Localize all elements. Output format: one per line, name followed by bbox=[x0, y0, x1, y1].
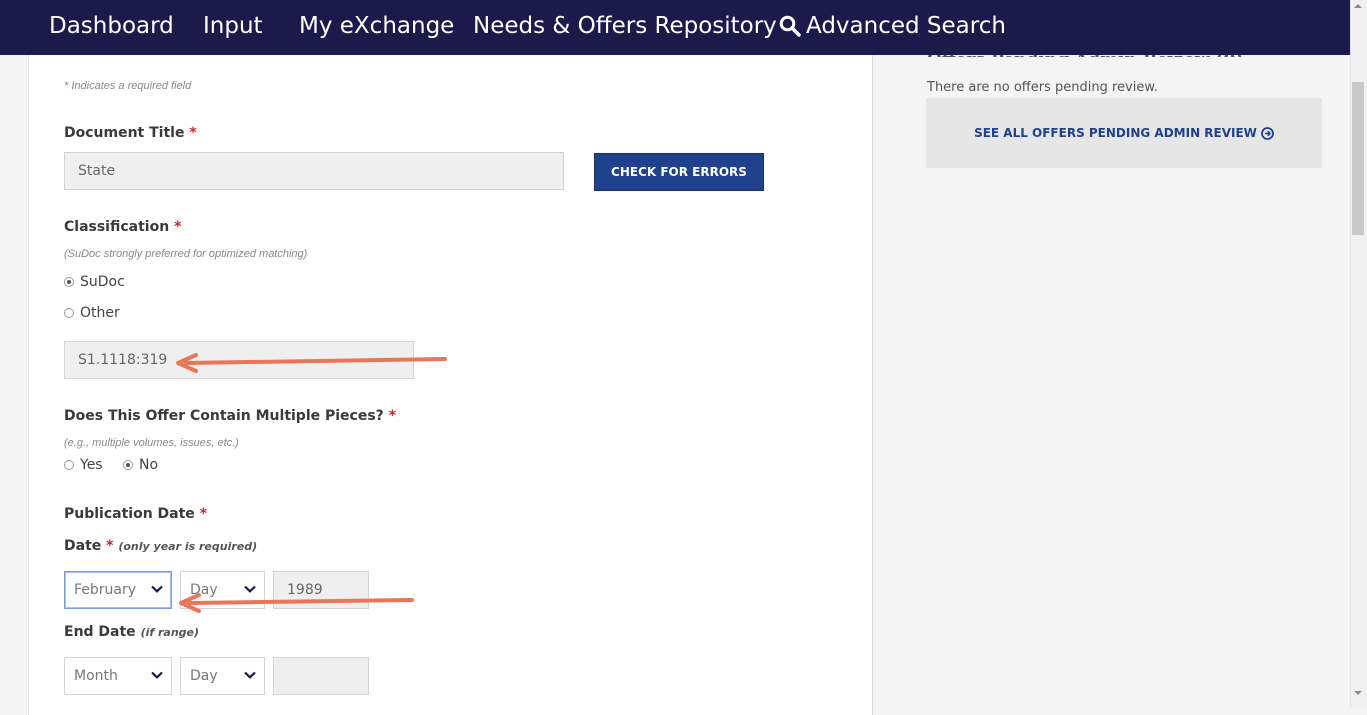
scroll-up-icon[interactable] bbox=[1353, 2, 1363, 10]
annotation-arrows bbox=[176, 353, 447, 613]
annotation-arrow-date bbox=[179, 593, 414, 613]
advanced-search-label: Advanced Search bbox=[806, 13, 1006, 39]
top-navigation: Dashboard Input My eXchange Needs & Offe… bbox=[0, 0, 1350, 55]
nav-input[interactable]: Input bbox=[203, 13, 263, 39]
nav-advanced-search[interactable]: Advanced Search bbox=[779, 13, 1006, 39]
search-icon bbox=[779, 15, 801, 37]
scroll-down-icon[interactable] bbox=[1353, 689, 1363, 697]
scrollbar-thumb[interactable] bbox=[1352, 82, 1364, 235]
nav-my-exchange[interactable]: My eXchange bbox=[299, 13, 454, 39]
nav-dashboard[interactable]: Dashboard bbox=[49, 13, 174, 39]
annotation-arrow-classification bbox=[176, 353, 447, 373]
nav-needs-offers-repository[interactable]: Needs & Offers Repository bbox=[473, 13, 777, 39]
